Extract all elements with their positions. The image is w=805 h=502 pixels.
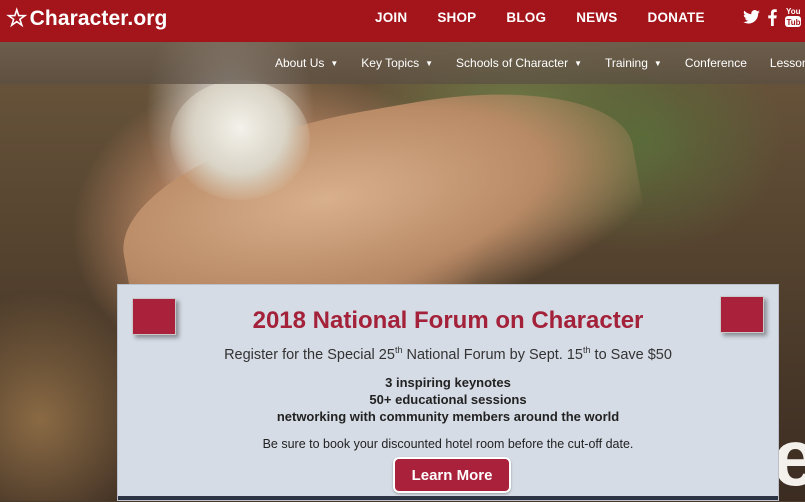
nav-blog[interactable]: BLOG [506,10,546,25]
nav-join[interactable]: JOIN [375,10,407,25]
nav-news[interactable]: NEWS [576,10,617,25]
promo-highlight: 50+ educational sessions [118,391,778,408]
caret-down-icon: ▼ [425,59,433,68]
promo-highlight: networking with community members around… [118,408,778,425]
learn-more-button[interactable]: Learn More [393,457,511,493]
menu-item-label: About Us [275,56,324,70]
svg-text:Tube: Tube [787,18,802,27]
caret-down-icon: ▼ [330,59,338,68]
menu-item-key-topics[interactable]: Key Topics ▼ [361,56,433,70]
star-icon: ☆ [6,7,28,31]
twitter-icon[interactable] [743,10,760,24]
caret-down-icon: ▼ [654,59,662,68]
menu-item-conference[interactable]: Conference [685,56,747,70]
hero-hair [170,80,310,200]
menu-item-training[interactable]: Training ▼ [605,56,662,70]
menu-item-label: Schools of Character [456,56,568,70]
top-bar: ☆ Character.org JOIN SHOP BLOG NEWS DONA… [0,0,805,42]
promo-bottom-strip [118,496,778,500]
youtube-icon[interactable]: You Tube [785,6,801,28]
menu-item-lesson[interactable]: Lesson [770,56,805,70]
caret-down-icon: ▼ [574,59,582,68]
menu-item-label: Conference [685,56,747,70]
menu-item-label: Key Topics [361,56,419,70]
nav-donate[interactable]: DONATE [648,10,705,25]
social-links: You Tube [735,6,801,28]
facebook-icon[interactable] [768,9,777,26]
hotel-note: Be sure to book your discounted hotel ro… [118,437,778,451]
main-menu-items: About Us▼Key Topics▼Schools of Character… [275,42,805,84]
logo-text: Character.org [30,7,168,31]
promo-subtitle: Register for the Special 25th National F… [118,345,778,363]
promo-title: 2018 National Forum on Character [118,307,778,335]
main-menu: About Us▼Key Topics▼Schools of Character… [0,42,805,84]
menu-item-label: Training [605,56,648,70]
nav-shop[interactable]: SHOP [437,10,476,25]
svg-text:You: You [786,7,801,16]
menu-item-label: Lesson [770,56,805,70]
top-nav: JOIN SHOP BLOG NEWS DONATE [360,0,720,34]
menu-item-about-us[interactable]: About Us ▼ [275,56,338,70]
promo-highlights: 3 inspiring keynotes 50+ educational ses… [118,374,778,425]
forum-promo-box: 2018 National Forum on Character Registe… [117,284,779,501]
site-logo[interactable]: ☆ Character.org [6,4,167,34]
menu-item-schools-of-character[interactable]: Schools of Character ▼ [456,56,582,70]
promo-highlight: 3 inspiring keynotes [118,374,778,391]
